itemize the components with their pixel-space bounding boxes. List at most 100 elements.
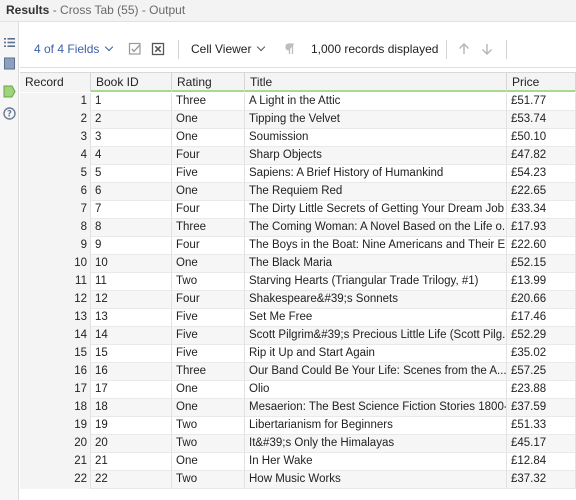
column-header-book-id[interactable]: Book ID: [91, 73, 172, 92]
title-cell[interactable]: A Light in the Attic: [245, 93, 507, 111]
title-cell[interactable]: Tipping the Velvet: [245, 111, 507, 129]
record-number-cell[interactable]: 8: [20, 219, 91, 237]
book-id-cell[interactable]: 3: [91, 129, 172, 147]
record-number-cell[interactable]: 1: [20, 93, 91, 111]
book-id-cell[interactable]: 11: [91, 273, 172, 291]
title-cell[interactable]: Mesaerion: The Best Science Fiction Stor…: [245, 399, 507, 417]
price-cell[interactable]: £13.99: [507, 273, 576, 291]
book-id-cell[interactable]: 15: [91, 345, 172, 363]
rating-cell[interactable]: One: [172, 183, 245, 201]
price-cell[interactable]: £22.65: [507, 183, 576, 201]
record-number-cell[interactable]: 13: [20, 309, 91, 327]
book-id-cell[interactable]: 10: [91, 255, 172, 273]
table-row[interactable]: 20 20 Two It&#39;s Only the Himalayas £45.17: [20, 435, 576, 453]
title-cell[interactable]: Starving Hearts (Triangular Trade Trilog…: [245, 273, 507, 291]
title-cell[interactable]: The Black Maria: [245, 255, 507, 273]
rating-cell[interactable]: One: [172, 453, 245, 471]
book-id-cell[interactable]: 7: [91, 201, 172, 219]
rating-cell[interactable]: One: [172, 399, 245, 417]
table-row[interactable]: 1 1 Three A Light in the Attic £51.77: [20, 93, 576, 111]
record-number-cell[interactable]: 6: [20, 183, 91, 201]
title-cell[interactable]: The Boys in the Boat: Nine Americans and…: [245, 237, 507, 255]
checkbox-icon[interactable]: [127, 41, 143, 57]
record-number-cell[interactable]: 17: [20, 381, 91, 399]
data-tag-icon[interactable]: [2, 84, 17, 99]
book-id-cell[interactable]: 16: [91, 363, 172, 381]
title-cell[interactable]: The Coming Woman: A Novel Based on the L…: [245, 219, 507, 237]
rating-cell[interactable]: Three: [172, 363, 245, 381]
table-row[interactable]: 13 13 Five Set Me Free £17.46: [20, 309, 576, 327]
title-cell[interactable]: Set Me Free: [245, 309, 507, 327]
record-number-cell[interactable]: 15: [20, 345, 91, 363]
book-id-cell[interactable]: 21: [91, 453, 172, 471]
record-number-cell[interactable]: 7: [20, 201, 91, 219]
title-cell[interactable]: Our Band Could Be Your Life: Scenes from…: [245, 363, 507, 381]
book-id-cell[interactable]: 22: [91, 471, 172, 489]
rating-cell[interactable]: Five: [172, 327, 245, 345]
book-id-cell[interactable]: 2: [91, 111, 172, 129]
book-id-cell[interactable]: 8: [91, 219, 172, 237]
record-number-cell[interactable]: 19: [20, 417, 91, 435]
title-cell[interactable]: Sapiens: A Brief History of Humankind: [245, 165, 507, 183]
book-id-cell[interactable]: 20: [91, 435, 172, 453]
record-number-cell[interactable]: 16: [20, 363, 91, 381]
table-row[interactable]: 8 8 Three The Coming Woman: A Novel Based o…: [20, 219, 576, 237]
table-row[interactable]: 17 17 One Olio £23.88: [20, 381, 576, 399]
record-number-cell[interactable]: 20: [20, 435, 91, 453]
record-number-cell[interactable]: 14: [20, 327, 91, 345]
record-number-cell[interactable]: 4: [20, 147, 91, 165]
column-header-rating[interactable]: Rating: [172, 73, 245, 92]
help-icon[interactable]: ?: [2, 106, 17, 121]
record-number-cell[interactable]: 21: [20, 453, 91, 471]
title-cell[interactable]: Sharp Objects: [245, 147, 507, 165]
rating-cell[interactable]: One: [172, 111, 245, 129]
price-cell[interactable]: £20.66: [507, 291, 576, 309]
table-row[interactable]: 2 2 One Tipping the Velvet £53.74: [20, 111, 576, 129]
rating-cell[interactable]: One: [172, 381, 245, 399]
title-cell[interactable]: The Requiem Red: [245, 183, 507, 201]
price-cell[interactable]: £54.23: [507, 165, 576, 183]
record-number-cell[interactable]: 10: [20, 255, 91, 273]
title-cell[interactable]: Shakespeare&#39;s Sonnets: [245, 291, 507, 309]
rating-cell[interactable]: Five: [172, 309, 245, 327]
column-header-price[interactable]: Price: [507, 73, 576, 92]
title-cell[interactable]: In Her Wake: [245, 453, 507, 471]
pilcrow-icon[interactable]: [282, 41, 298, 57]
book-id-cell[interactable]: 19: [91, 417, 172, 435]
rating-cell[interactable]: Five: [172, 345, 245, 363]
book-id-cell[interactable]: 9: [91, 237, 172, 255]
price-cell[interactable]: £17.93: [507, 219, 576, 237]
table-row[interactable]: 4 4 Four Sharp Objects £47.82: [20, 147, 576, 165]
book-id-cell[interactable]: 18: [91, 399, 172, 417]
price-cell[interactable]: £53.74: [507, 111, 576, 129]
rating-cell[interactable]: Four: [172, 147, 245, 165]
table-row[interactable]: 12 12 Four Shakespeare&#39;s Sonnets £20.66: [20, 291, 576, 309]
rating-cell[interactable]: Four: [172, 201, 245, 219]
rating-cell[interactable]: Two: [172, 273, 245, 291]
rating-cell[interactable]: Three: [172, 93, 245, 111]
price-cell[interactable]: £52.15: [507, 255, 576, 273]
table-row[interactable]: 3 3 One Soumission £50.10: [20, 129, 576, 147]
column-header-record[interactable]: Record: [20, 73, 91, 92]
price-cell[interactable]: £37.32: [507, 471, 576, 489]
title-cell[interactable]: Soumission: [245, 129, 507, 147]
book-id-cell[interactable]: 5: [91, 165, 172, 183]
record-number-cell[interactable]: 2: [20, 111, 91, 129]
rating-cell[interactable]: Five: [172, 165, 245, 183]
rating-cell[interactable]: Two: [172, 471, 245, 489]
table-row[interactable]: 7 7 Four The Dirty Little Secrets of Gettin…: [20, 201, 576, 219]
fields-dropdown[interactable]: 4 of 4 Fields: [34, 30, 114, 68]
title-cell[interactable]: The Dirty Little Secrets of Getting Your…: [245, 201, 507, 219]
book-id-cell[interactable]: 12: [91, 291, 172, 309]
arrow-down-icon[interactable]: [479, 41, 495, 57]
table-row[interactable]: 21 21 One In Her Wake £12.84: [20, 453, 576, 471]
metadata-icon[interactable]: [2, 56, 17, 71]
table-row[interactable]: 15 15 Five Rip it Up and Start Again £35.02: [20, 345, 576, 363]
price-cell[interactable]: £17.46: [507, 309, 576, 327]
table-row[interactable]: 16 16 Three Our Band Could Be Your Life: Sc…: [20, 363, 576, 381]
table-row[interactable]: 19 19 Two Libertarianism for Beginners £51.3…: [20, 417, 576, 435]
table-row[interactable]: 14 14 Five Scott Pilgrim&#39;s Precious Lit…: [20, 327, 576, 345]
column-header-title[interactable]: Title: [245, 73, 507, 92]
title-cell[interactable]: Rip it Up and Start Again: [245, 345, 507, 363]
table-row[interactable]: 10 10 One The Black Maria £52.15: [20, 255, 576, 273]
